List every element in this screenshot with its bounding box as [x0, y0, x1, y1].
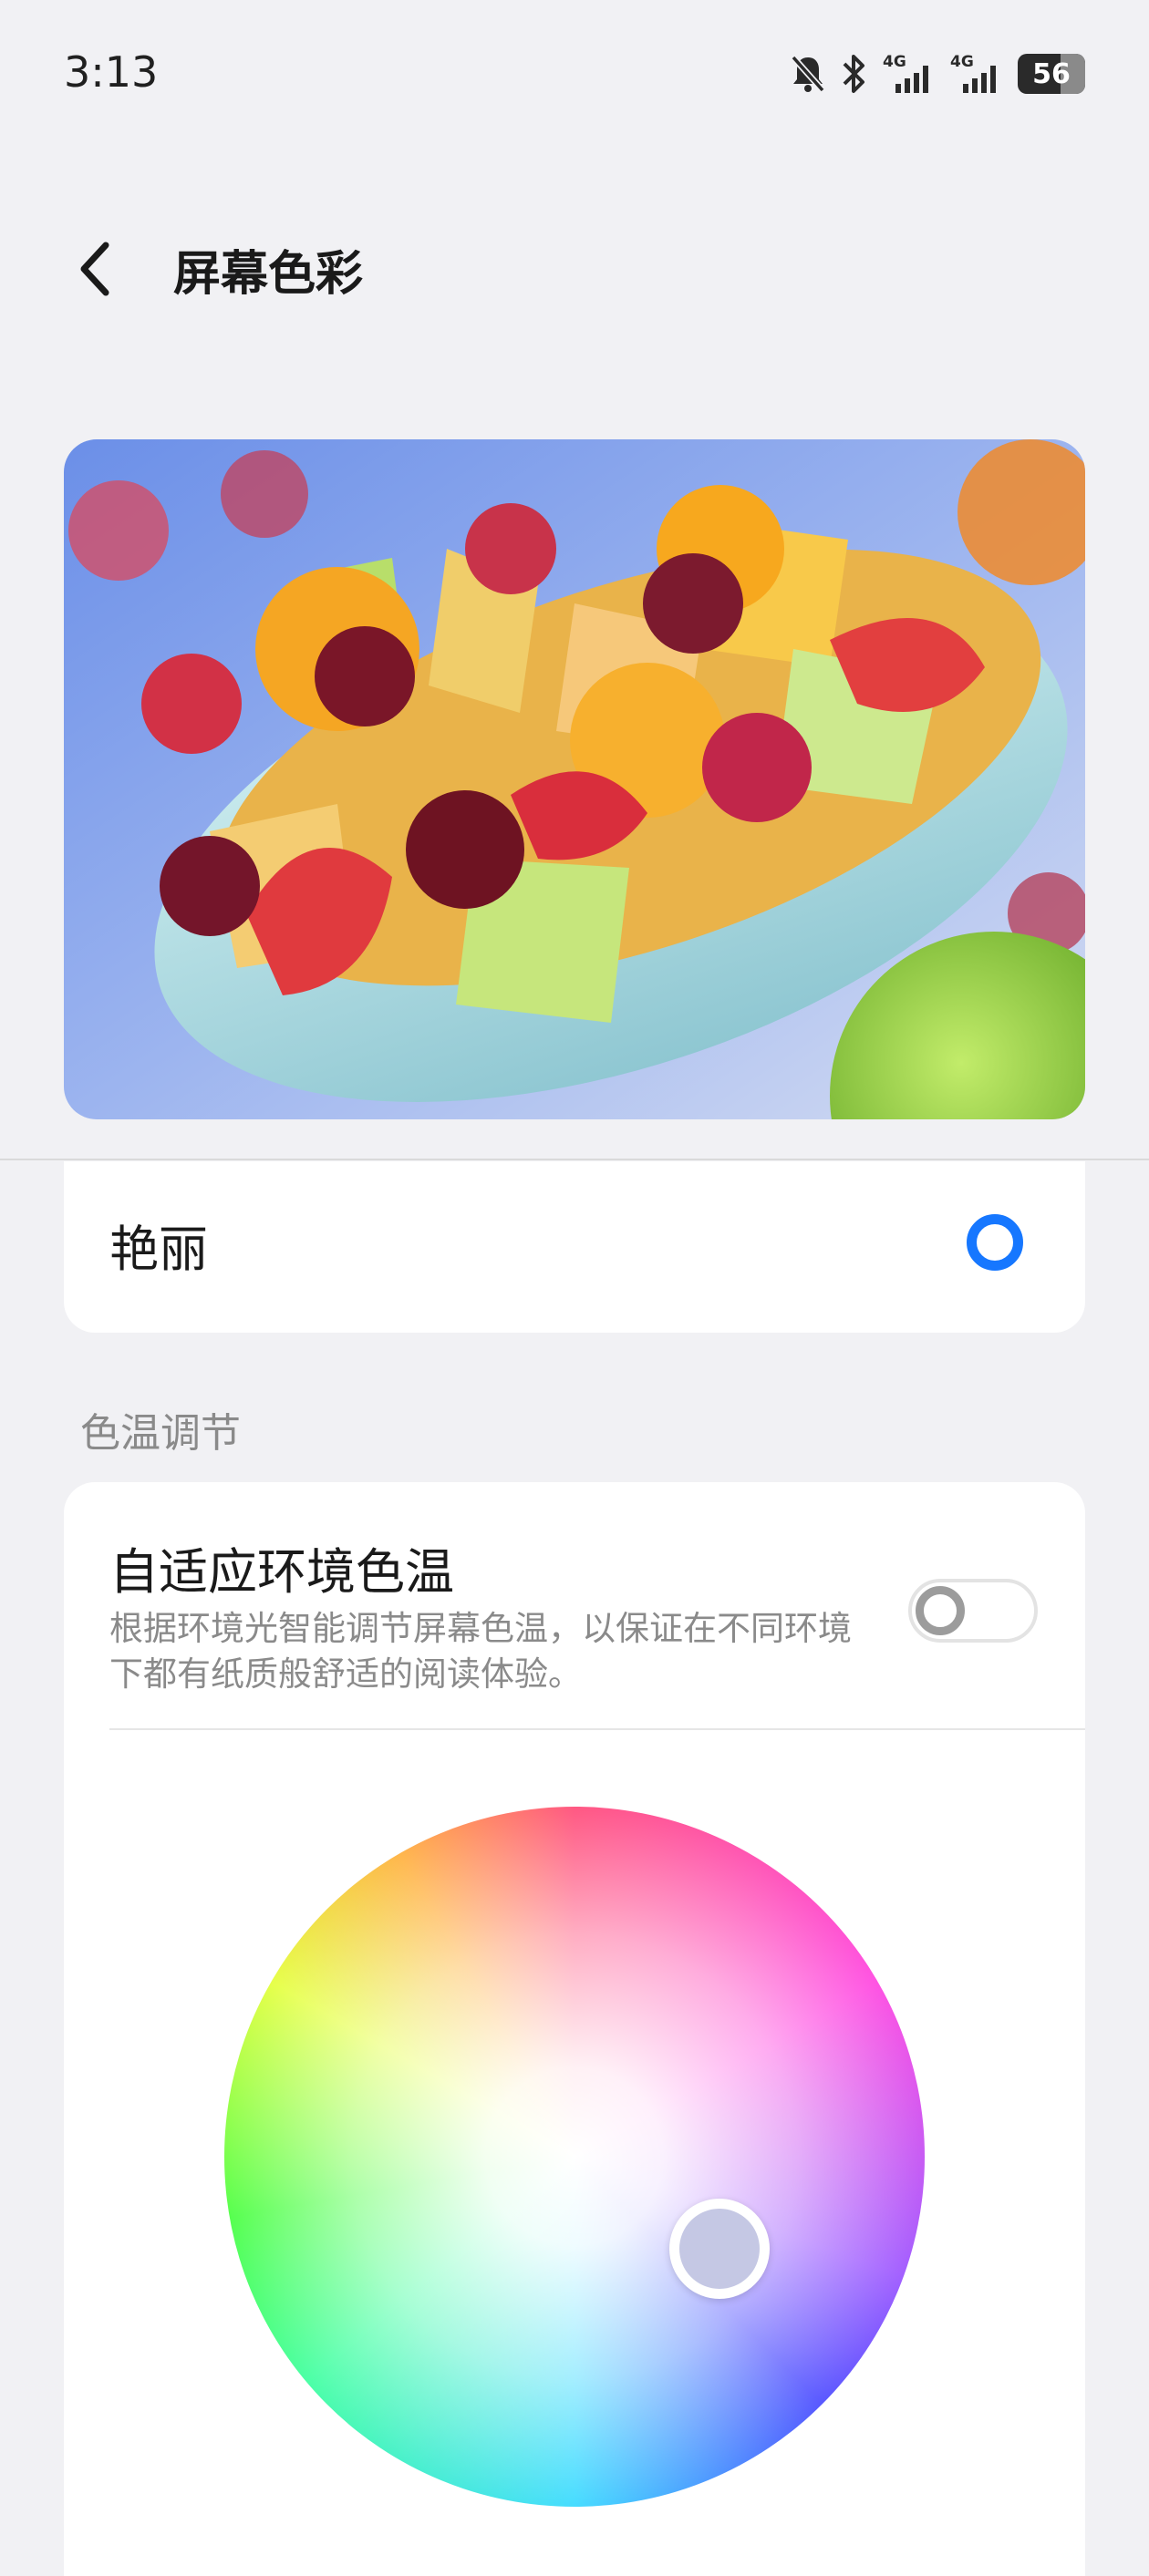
status-icons: 4G 4G 56 [790, 51, 1085, 97]
back-button[interactable] [55, 228, 137, 310]
bluetooth-icon [841, 53, 868, 95]
toggle-knob [916, 1586, 965, 1635]
battery-icon: 56 [1018, 54, 1085, 94]
adaptive-temperature-toggle[interactable] [908, 1579, 1038, 1643]
battery-level: 56 [1032, 57, 1071, 90]
bell-off-icon [790, 54, 826, 94]
color-wheel-center-fade [224, 1807, 925, 2507]
color-temperature-card: 自适应环境色温 根据环境光智能调节屏幕色温，以保证在不同环境下都有纸质般舒适的阅… [64, 1482, 1085, 2576]
signal-4g-icon: 4G [950, 53, 1003, 95]
color-wheel[interactable] [224, 1807, 925, 2507]
status-time: 3:13 [64, 47, 159, 97]
section-divider [0, 1159, 1149, 1160]
adaptive-temperature-title: 自适应环境色温 [109, 1543, 454, 1601]
color-mode-card[interactable]: 艳丽 [64, 1161, 1085, 1333]
page-title: 屏幕色彩 [173, 247, 364, 302]
preview-image [64, 439, 1085, 1119]
header: 屏幕色彩 [0, 210, 1149, 328]
color-mode-option-label: 艳丽 [109, 1221, 208, 1278]
color-mode-radio[interactable] [967, 1214, 1023, 1271]
chevron-left-icon [80, 242, 109, 296]
adaptive-temperature-description: 根据环境光智能调节屏幕色温，以保证在不同环境下都有纸质般舒适的阅读体验。 [109, 1609, 852, 1694]
status-bar: 3:13 4G 4G 56 [0, 0, 1149, 155]
color-wheel-handle[interactable] [669, 2199, 770, 2299]
section-title-color-temperature: 色温调节 [80, 1410, 241, 1457]
card-divider [109, 1728, 1085, 1730]
signal-4g-icon: 4G [883, 53, 936, 95]
